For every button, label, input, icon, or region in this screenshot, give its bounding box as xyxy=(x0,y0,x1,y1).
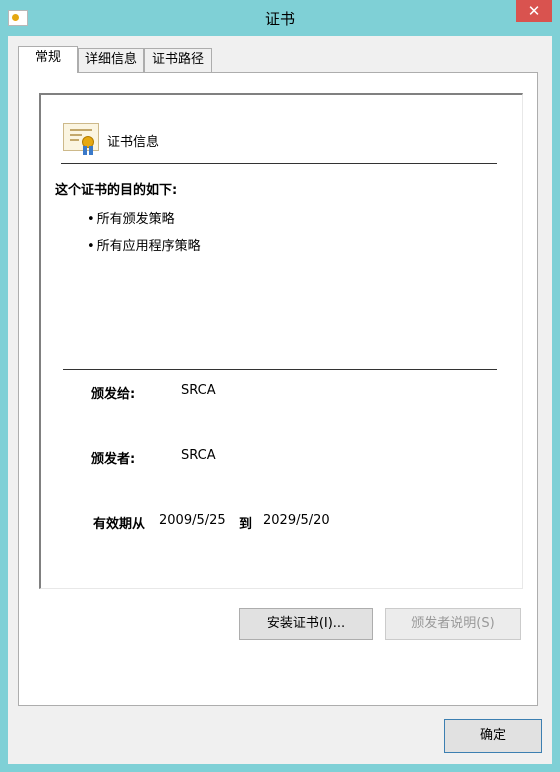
general-tab-panel: 证书信息 这个证书的目的如下: • 所有颁发策略 • 所有应用程序策略 颁发给: S… xyxy=(18,72,538,706)
bullet: • xyxy=(87,239,95,254)
issued-to-value: SRCA xyxy=(181,383,216,398)
valid-to-value: 2029/5/20 xyxy=(263,513,330,528)
certificate-window: 证书 ✕ 常规 详细信息 证书路径 证书信息 这个证书的目的如下: • 所有颁发策… xyxy=(0,0,560,772)
certificate-icon xyxy=(63,123,99,155)
dialog-client-area: 常规 详细信息 证书路径 证书信息 这个证书的目的如下: • 所有颁发策略 • 所有… xyxy=(8,36,552,764)
certificate-info-box: 证书信息 这个证书的目的如下: • 所有颁发策略 • 所有应用程序策略 颁发给: S… xyxy=(39,93,523,589)
tab-details[interactable]: 详细信息 xyxy=(78,48,144,72)
purpose-list-item: • 所有应用程序策略 xyxy=(87,235,201,254)
issuer-statement-button[interactable]: 颁发者说明(S) xyxy=(385,608,521,640)
purpose-list-item: • 所有颁发策略 xyxy=(87,208,175,227)
window-title: 证书 xyxy=(264,10,295,28)
issued-by-value: SRCA xyxy=(181,448,216,463)
certificate-info-title: 证书信息 xyxy=(107,135,160,150)
valid-from-value: 2009/5/25 xyxy=(159,513,226,528)
purpose-heading: 这个证书的目的如下: xyxy=(55,183,178,198)
tab-certification-path[interactable]: 证书路径 xyxy=(144,48,212,72)
issued-by-label: 颁发者: xyxy=(91,452,136,467)
issued-to-label: 颁发给: xyxy=(91,387,136,402)
bullet: • xyxy=(87,212,95,227)
tab-general[interactable]: 常规 xyxy=(18,46,78,73)
close-button[interactable]: ✕ xyxy=(516,0,552,22)
title-bar[interactable]: 证书 ✕ xyxy=(0,0,560,36)
valid-to-label: 到 xyxy=(239,517,253,532)
divider xyxy=(63,369,497,370)
install-certificate-button[interactable]: 安装证书(I)... xyxy=(239,608,373,640)
valid-from-label: 有效期从 xyxy=(93,517,146,532)
divider xyxy=(61,163,497,164)
ok-button[interactable]: 确定 xyxy=(444,719,542,753)
purpose-text: 所有应用程序策略 xyxy=(96,239,201,254)
purpose-text: 所有颁发策略 xyxy=(96,212,175,227)
